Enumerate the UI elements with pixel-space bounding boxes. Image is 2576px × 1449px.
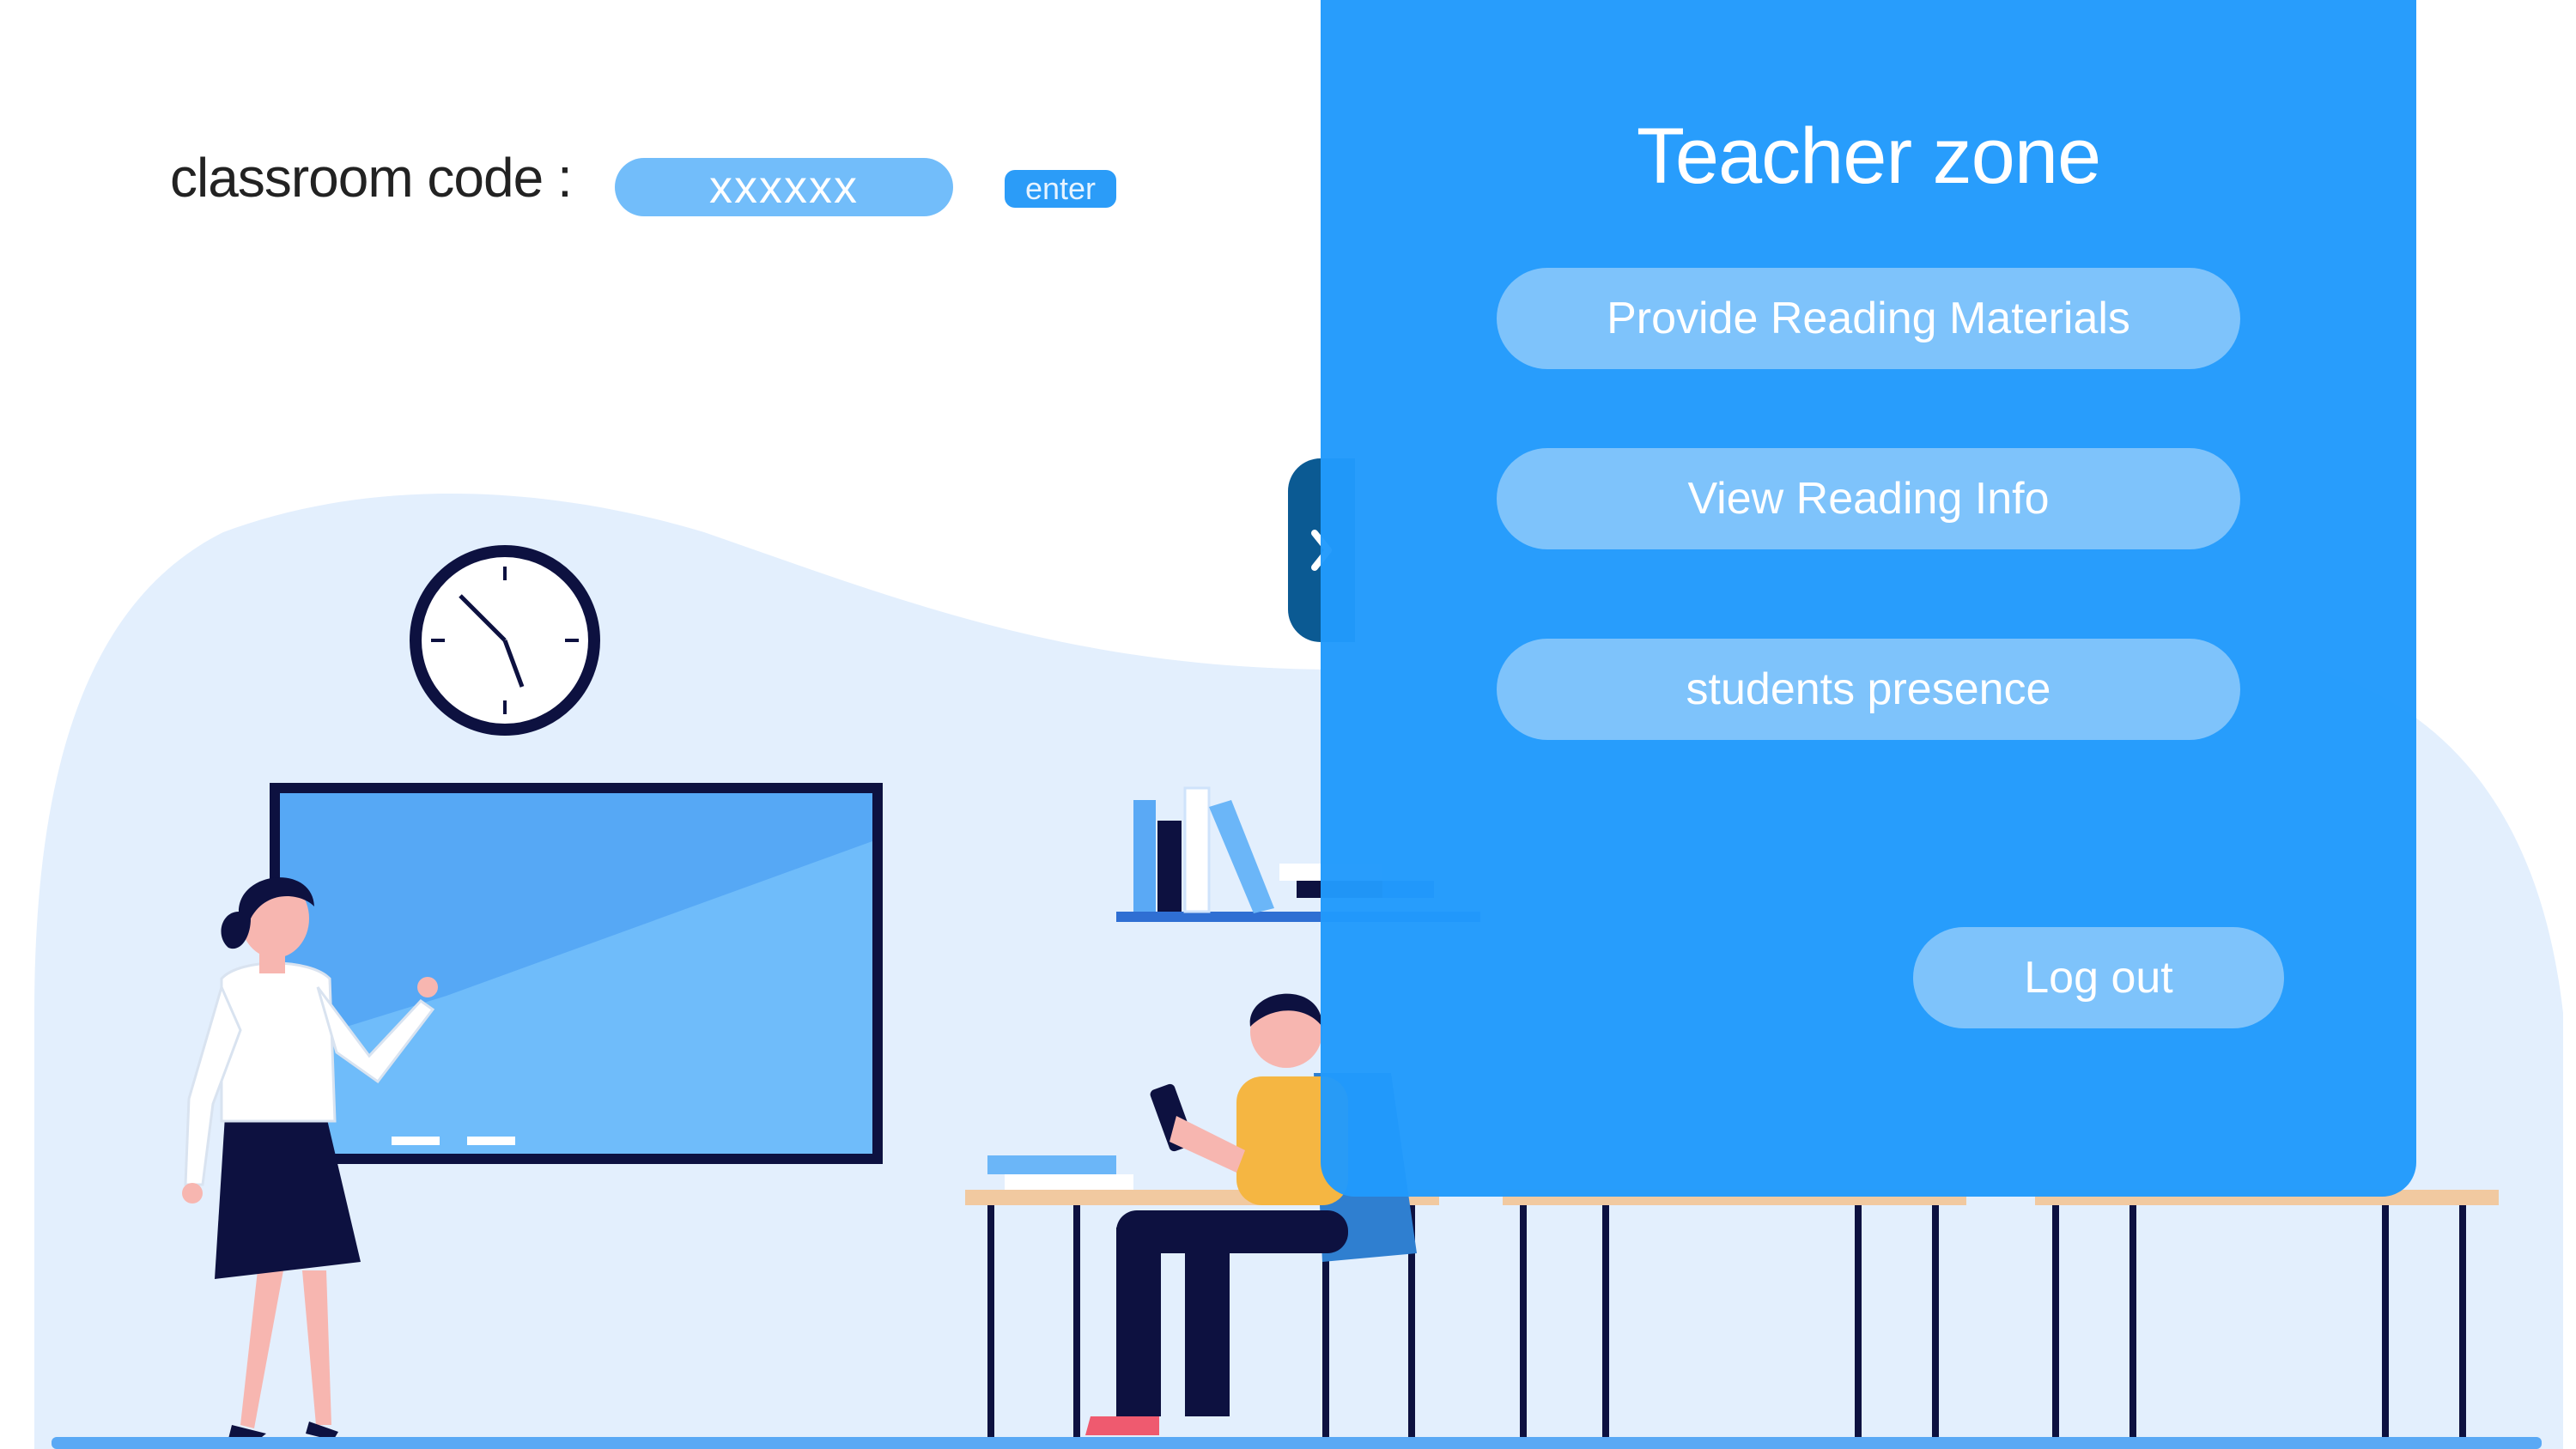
floor-line xyxy=(52,1437,2542,1449)
provide-reading-materials-button[interactable]: Provide Reading Materials xyxy=(1497,268,2240,369)
enter-button[interactable]: enter xyxy=(1005,170,1116,208)
teacher-zone-title: Teacher zone xyxy=(1636,112,2101,200)
wall-clock xyxy=(410,545,600,736)
teacher-zone-panel: Teacher zone Provide Reading Materials V… xyxy=(1321,0,2416,1197)
students-presence-button[interactable]: students presence xyxy=(1497,639,2240,740)
whiteboard xyxy=(270,783,883,1164)
classroom-code-label: classroom code : xyxy=(170,147,573,209)
logout-button[interactable]: Log out xyxy=(1913,927,2284,1028)
classroom-code-input[interactable] xyxy=(615,158,953,216)
view-reading-info-button[interactable]: View Reading Info xyxy=(1497,448,2240,549)
